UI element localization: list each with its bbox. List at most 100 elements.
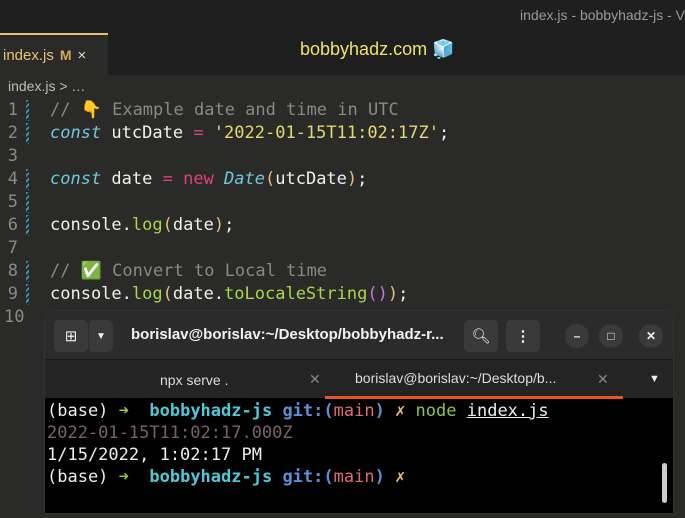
token: Date bbox=[213, 169, 265, 189]
conda-env: (base) bbox=[47, 401, 119, 421]
minimize-button[interactable]: – bbox=[565, 324, 589, 348]
token: '2022-01-15T11:02:17Z' bbox=[203, 123, 439, 143]
output-line: 2022-01-15T11:02:17.000Z bbox=[47, 423, 293, 443]
terminal-window[interactable]: ⊞ ▼ borislav@borislav:~/Desktop/bobbyhad… bbox=[44, 310, 674, 514]
code-line: 2 const utcDate = '2022-01-15T11:02:17Z'; bbox=[0, 122, 685, 145]
token: console. bbox=[50, 284, 132, 304]
line-number: 9 bbox=[7, 284, 18, 304]
tab-label: npx serve . bbox=[160, 371, 229, 388]
comment: // ✅ Convert to Local time bbox=[50, 261, 328, 281]
tab-menu-button[interactable]: ▼ bbox=[89, 320, 113, 352]
token: ( bbox=[162, 215, 173, 235]
close-button[interactable]: ✕ bbox=[639, 324, 663, 348]
kebab-menu-icon: ⋮ bbox=[515, 328, 531, 345]
code-line: 8 // ✅ Convert to Local time bbox=[0, 260, 685, 283]
breadcrumb[interactable]: index.js > … bbox=[8, 78, 85, 94]
scrollbar[interactable] bbox=[662, 463, 667, 503]
token: const bbox=[50, 169, 102, 189]
line-number: 8 bbox=[7, 261, 18, 281]
token: ; bbox=[357, 169, 368, 189]
code-line: 1 // 👇 Example date and time in UTC bbox=[0, 99, 685, 122]
token: utcDate bbox=[101, 123, 194, 143]
modified-badge: M bbox=[59, 47, 72, 63]
git-gutter-mark bbox=[26, 100, 29, 121]
window-titlebar: index.js - bobbyhadz-js - V bbox=[0, 0, 685, 33]
token: () bbox=[367, 284, 388, 304]
code-line: 5 bbox=[0, 191, 685, 214]
line-number: 4 bbox=[7, 169, 18, 189]
code-line: 3 bbox=[0, 145, 685, 168]
chevron-down-icon[interactable]: ▼ bbox=[649, 373, 660, 385]
code-line: 9 console.log(date.toLocaleString()); bbox=[0, 283, 685, 306]
window-title: index.js - bobbyhadz-js - V bbox=[520, 7, 685, 23]
branch: main bbox=[333, 401, 375, 421]
new-tab-button[interactable]: ⊞ bbox=[54, 320, 88, 352]
minimize-icon: – bbox=[573, 329, 581, 343]
dirty-icon: ✗ bbox=[384, 401, 416, 421]
token: log bbox=[131, 215, 163, 235]
line-number: 3 bbox=[7, 146, 18, 166]
command: node bbox=[415, 401, 467, 421]
token: const bbox=[50, 123, 102, 143]
new-tab-icon: ⊞ bbox=[64, 328, 78, 345]
editor-tab-bar: index.js M × bobbyhadz.com 🧊 bbox=[0, 33, 685, 75]
code-line: 7 bbox=[0, 237, 685, 260]
line-number: 1 bbox=[7, 100, 18, 120]
close-icon[interactable]: ✕ bbox=[597, 371, 609, 388]
git: ) bbox=[374, 401, 385, 421]
line-number: 10 bbox=[4, 307, 25, 327]
token: date bbox=[172, 215, 214, 235]
dir: bobbyhadz-js bbox=[139, 467, 283, 487]
token: ; bbox=[224, 215, 235, 235]
maximize-button[interactable]: □ bbox=[599, 324, 623, 348]
output-line: 1/15/2022, 1:02:17 PM bbox=[47, 445, 262, 465]
brand-label: bobbyhadz.com 🧊 bbox=[300, 39, 455, 59]
token: new bbox=[172, 169, 214, 189]
terminal-tab-active[interactable]: borislav@borislav:~/Desktop/b... bbox=[325, 360, 623, 399]
tab-label: index.js bbox=[3, 46, 54, 64]
token: log bbox=[131, 284, 163, 304]
terminal-title: borislav@borislav:~/Desktop/bobbyhadz-r.… bbox=[131, 326, 444, 343]
token: ( bbox=[265, 169, 276, 189]
token: ; bbox=[398, 284, 409, 304]
git-gutter-mark bbox=[26, 261, 29, 282]
tab-label: borislav@borislav:~/Desktop/b... bbox=[355, 370, 557, 386]
terminal-tab-npx-serve[interactable]: npx serve . bbox=[160, 360, 228, 399]
menu-button[interactable]: ⋮ bbox=[506, 320, 540, 352]
token: ; bbox=[438, 123, 450, 143]
token: ) bbox=[213, 215, 225, 235]
git-gutter-mark bbox=[26, 192, 29, 213]
arrow-icon: ➜ bbox=[118, 467, 140, 487]
code-line: 4 const date = new Date(utcDate); bbox=[0, 168, 685, 191]
code-line: 6 console.log(date); bbox=[0, 214, 685, 237]
git-gutter-mark bbox=[26, 215, 29, 236]
token: date. bbox=[172, 284, 225, 304]
command-arg: index.js bbox=[466, 401, 549, 421]
search-button[interactable]: 🔍︎ bbox=[464, 320, 498, 352]
dirty-icon: ✗ bbox=[384, 467, 406, 487]
dir: bobbyhadz-js bbox=[139, 401, 283, 421]
git-gutter-mark bbox=[26, 123, 29, 144]
prompt-line: (base) ➜ bobbyhadz-js git:(main) ✗ node … bbox=[47, 400, 549, 422]
tab-index-js[interactable]: index.js M × bbox=[0, 33, 108, 75]
token: console. bbox=[50, 215, 132, 235]
line-number: 5 bbox=[7, 192, 18, 212]
git: ) bbox=[374, 467, 385, 487]
token: ( bbox=[162, 284, 173, 304]
line-number: 6 bbox=[7, 215, 18, 235]
token: toLocaleString bbox=[224, 284, 368, 304]
terminal-tabs: npx serve . ✕ borislav@borislav:~/Deskto… bbox=[45, 359, 673, 399]
token: = bbox=[162, 169, 173, 189]
chevron-down-icon: ▼ bbox=[96, 330, 106, 342]
token: ) bbox=[387, 284, 399, 304]
token: date bbox=[101, 169, 163, 189]
branch: main bbox=[333, 467, 375, 487]
close-icon[interactable]: × bbox=[78, 47, 87, 64]
token: = bbox=[193, 123, 204, 143]
token: ) bbox=[346, 169, 358, 189]
prompt-line: (base) ➜ bobbyhadz-js git:(main) ✗ bbox=[47, 466, 405, 488]
close-icon[interactable]: ✕ bbox=[309, 371, 321, 388]
arrow-icon: ➜ bbox=[118, 401, 140, 421]
terminal-header: ⊞ ▼ borislav@borislav:~/Desktop/bobbyhad… bbox=[45, 311, 673, 359]
comment: // 👇 Example date and time in UTC bbox=[50, 100, 399, 120]
